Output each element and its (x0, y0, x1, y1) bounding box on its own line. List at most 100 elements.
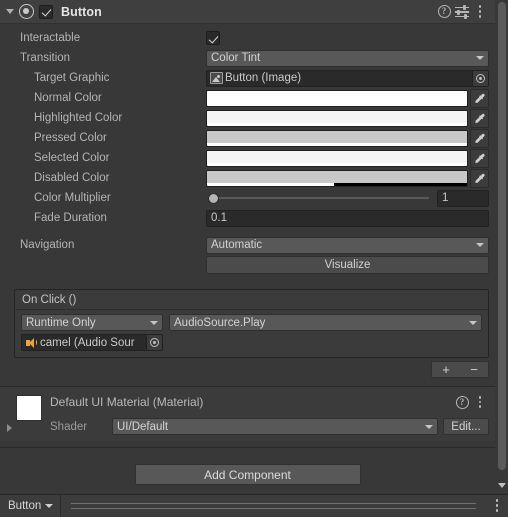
inspector-content: Button ? Interactable Transition Color T… (0, 0, 495, 494)
button-component-header[interactable]: Button ? (0, 0, 495, 24)
listener-mode-dropdown[interactable]: Runtime Only (21, 314, 163, 331)
on-click-header[interactable]: On Click () (15, 290, 488, 310)
remove-listener-button[interactable]: − (460, 363, 488, 376)
label-fade-duration: Fade Duration (34, 212, 107, 224)
on-click-entries: Runtime Only AudioSource.Play camel (Aud… (15, 310, 488, 357)
help-icon[interactable]: ? (453, 392, 471, 412)
eyedropper-icon[interactable] (470, 88, 489, 108)
foldout-triangle-icon[interactable] (4, 6, 16, 18)
row-highlighted-color: Highlighted Color (6, 108, 489, 128)
row-normal-color: Normal Color (6, 88, 489, 108)
row-target-graphic: Target Graphic Button (Image) (6, 68, 489, 88)
material-section: Default UI Material (Material) ? Shader … (0, 387, 495, 441)
listener-object-field[interactable]: camel (Audio Sour (21, 334, 163, 351)
on-click-entry-row: Runtime Only AudioSource.Play (21, 314, 482, 331)
label-selected-color: Selected Color (34, 152, 110, 164)
label-disabled-color: Disabled Color (34, 172, 110, 184)
shader-dropdown[interactable]: UI/Default (112, 418, 438, 435)
button-properties: Interactable Transition Color Tint Targe… (0, 24, 495, 281)
highlighted-color-swatch[interactable] (206, 109, 468, 127)
material-preview-swatch (16, 395, 42, 421)
status-object-label: Button (8, 499, 42, 512)
scrollbar-track[interactable] (496, 0, 507, 478)
disabled-color-swatch[interactable] (206, 169, 468, 187)
kebab-menu-icon[interactable] (471, 392, 489, 412)
component-title: Button (61, 4, 102, 19)
status-object-dropdown[interactable]: Button (0, 494, 62, 517)
button-component-icon (19, 4, 34, 19)
shader-edit-button[interactable]: Edit... (443, 418, 489, 435)
row-color-multiplier: Color Multiplier 1 (6, 188, 489, 208)
interactable-checkbox[interactable] (206, 31, 220, 45)
on-click-object-row: camel (Audio Sour (21, 334, 482, 351)
object-picker-icon[interactable] (472, 70, 488, 86)
navigation-dropdown[interactable]: Automatic (206, 236, 489, 254)
status-progress-lines (61, 502, 486, 509)
add-component-area: Add Component (0, 448, 495, 485)
status-kebab-menu-icon[interactable] (486, 499, 508, 512)
object-picker-icon[interactable] (146, 335, 162, 350)
color-multiplier-value[interactable]: 1 (437, 189, 489, 207)
visualize-button[interactable]: Visualize (206, 256, 489, 274)
scroll-down-arrow-icon[interactable] (495, 478, 508, 492)
label-interactable: Interactable (20, 32, 81, 44)
on-click-event-box: On Click () Runtime Only AudioSource.Pla… (14, 289, 489, 358)
image-component-icon (210, 72, 223, 84)
label-highlighted-color: Highlighted Color (34, 112, 123, 124)
transition-dropdown[interactable]: Color Tint (206, 49, 489, 67)
listener-function-dropdown[interactable]: AudioSource.Play (169, 314, 482, 331)
label-transition: Transition (20, 52, 71, 64)
normal-color-swatch[interactable] (206, 89, 468, 107)
kebab-menu-icon[interactable] (471, 2, 489, 22)
listener-function-value: AudioSource.Play (174, 316, 266, 329)
chevron-down-icon (425, 424, 433, 429)
label-navigation: Navigation (20, 239, 75, 251)
chevron-down-icon (45, 503, 54, 508)
fade-duration-input[interactable]: 0.1 (206, 209, 489, 227)
add-listener-button[interactable]: + (432, 363, 460, 376)
pressed-color-swatch[interactable] (206, 129, 468, 147)
row-navigation: Navigation Automatic (6, 235, 489, 255)
unity-inspector-panel: Button ? Interactable Transition Color T… (0, 0, 508, 517)
chevron-down-icon (469, 320, 477, 325)
label-color-multiplier: Color Multiplier (34, 192, 111, 204)
component-enabled-checkbox[interactable] (39, 4, 53, 19)
shader-label: Shader (50, 420, 88, 433)
audio-source-icon (26, 337, 37, 348)
preset-icon[interactable] (453, 2, 471, 22)
row-pressed-color: Pressed Color (6, 128, 489, 148)
add-component-button[interactable]: Add Component (134, 464, 361, 485)
slider-handle[interactable] (208, 192, 219, 204)
scrollbar-thumb[interactable] (498, 2, 506, 470)
inspector-scrollbar[interactable] (495, 0, 508, 494)
eyedropper-icon[interactable] (470, 128, 489, 148)
transition-value: Color Tint (211, 52, 261, 64)
chevron-down-icon (150, 320, 158, 325)
listener-object-value: camel (Audio Sour (40, 336, 135, 349)
selected-color-swatch[interactable] (206, 149, 468, 167)
eyedropper-icon[interactable] (470, 108, 489, 128)
chevron-down-icon (476, 243, 484, 247)
target-graphic-value: Button (Image) (225, 72, 302, 84)
navigation-value: Automatic (211, 239, 263, 251)
help-icon[interactable]: ? (435, 2, 453, 22)
material-foldout-icon[interactable] (4, 423, 14, 433)
eyedropper-icon[interactable] (470, 148, 489, 168)
status-bar: Button (0, 494, 508, 517)
material-name: Default UI Material (Material) (50, 395, 204, 409)
row-fade-duration: Fade Duration 0.1 (6, 208, 489, 228)
label-target-graphic: Target Graphic (34, 72, 110, 84)
row-selected-color: Selected Color (6, 148, 489, 168)
row-disabled-color: Disabled Color (6, 168, 489, 188)
listener-mode-value: Runtime Only (26, 316, 96, 329)
row-visualize: Visualize (6, 255, 489, 275)
row-transition: Transition Color Tint (6, 48, 489, 68)
row-interactable: Interactable (6, 28, 489, 48)
label-normal-color: Normal Color (34, 92, 102, 104)
eyedropper-icon[interactable] (470, 168, 489, 188)
label-pressed-color: Pressed Color (34, 132, 107, 144)
chevron-down-icon (476, 56, 484, 60)
color-multiplier-slider[interactable] (206, 190, 431, 207)
target-graphic-object-field[interactable]: Button (Image) (206, 69, 489, 87)
shader-value: UI/Default (117, 420, 169, 433)
